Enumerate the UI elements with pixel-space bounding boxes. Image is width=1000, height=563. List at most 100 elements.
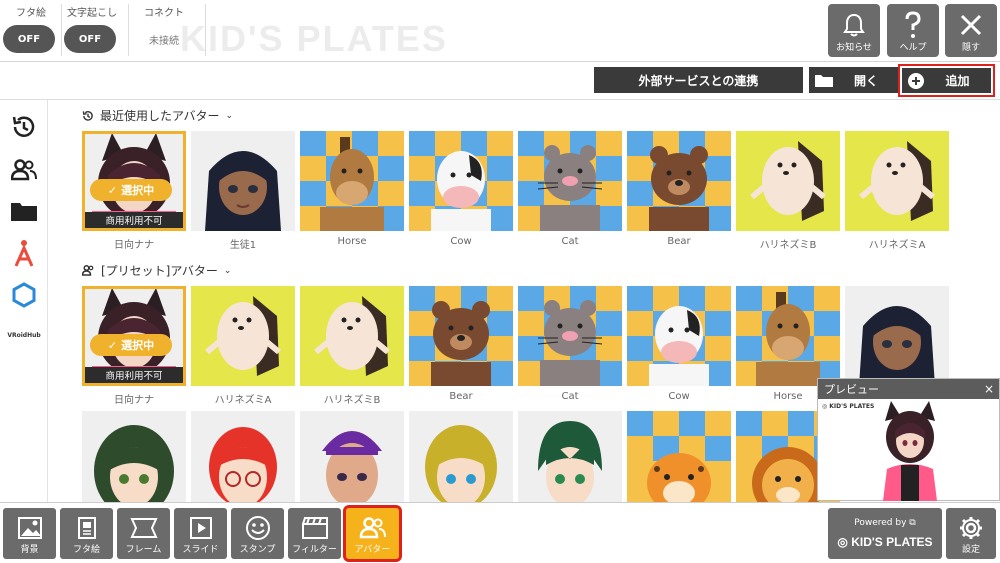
background-icon [3, 513, 56, 543]
tool-slide[interactable]: スライド [174, 508, 227, 559]
settings-button[interactable]: 設定 [946, 508, 996, 559]
tool-slide-label: スライド [182, 545, 219, 555]
selected-badge: ✓ 選択中 [90, 179, 172, 201]
avatar-a-icon [14, 240, 34, 267]
powered-by-brand: ◎ KID'S PLATES [837, 535, 933, 549]
sidebar-item-preset[interactable] [0, 152, 48, 188]
avatar-thumbnail [518, 286, 622, 386]
avatar-card-cat[interactable] [518, 131, 622, 231]
tool-frame[interactable]: フレーム [117, 508, 170, 559]
lid-picture-toggle[interactable]: OFF [3, 25, 55, 53]
avatar-card-cow[interactable] [409, 131, 513, 231]
bell-icon [828, 8, 880, 42]
preview-avatar [883, 401, 937, 501]
avatar-thumbnail [191, 411, 295, 502]
avatar-card[interactable] [627, 411, 731, 502]
brand-watermark: KID'S PLATES [180, 18, 448, 59]
powered-by-button[interactable]: Powered by ⧉ ◎ KID'S PLATES [828, 508, 942, 559]
avatar-thumbnail [82, 411, 186, 502]
users-icon [82, 265, 94, 276]
avatar-thumbnail [845, 286, 949, 386]
slide-icon [174, 513, 227, 543]
avatar-card[interactable] [191, 411, 295, 502]
preview-close-button[interactable]: × [979, 382, 999, 396]
avatar-thumbnail [409, 286, 513, 386]
avatar-card-horse[interactable] [736, 286, 840, 386]
check-icon: ✓ [107, 183, 118, 197]
divider [128, 4, 129, 56]
avatar-card[interactable] [82, 411, 186, 502]
avatar-name: 生徒1 [229, 240, 257, 251]
avatar-icon [346, 513, 399, 543]
avatar-card[interactable] [409, 411, 513, 502]
notifications-button[interactable]: お知らせ [828, 4, 880, 57]
avatar-thumbnail [627, 411, 731, 502]
add-button[interactable]: 追加 [902, 68, 991, 93]
plates-logo-icon: ◎ [837, 535, 848, 549]
app-window: KID'S PLATES フタ絵 OFF 文字起こし OFF コネクト 未接続 … [0, 0, 1000, 563]
tool-lid-picture[interactable]: フタ絵 [60, 508, 113, 559]
tool-filter[interactable]: フィルター [288, 508, 341, 559]
vroidhub-label: VRoidHub [7, 332, 41, 339]
preview-header: プレビュー × [818, 379, 999, 399]
avatar-card-bear[interactable] [409, 286, 513, 386]
transcription-toggle[interactable]: OFF [64, 25, 116, 53]
tool-avatar[interactable]: アバター [343, 505, 402, 562]
avatar-thumbnail [300, 131, 404, 231]
help-button[interactable]: ヘルプ [887, 4, 939, 57]
avatar-name: 日向ナナ [114, 395, 154, 406]
gear-icon [946, 514, 996, 542]
settings-label: 設定 [961, 545, 980, 555]
tool-stamp-label: スタンプ [239, 545, 276, 555]
sidebar-item-vroidhub[interactable] [0, 277, 48, 313]
avatar-thumbnail [627, 286, 731, 386]
avatar-card-cat[interactable] [518, 286, 622, 386]
avatar-card[interactable] [300, 411, 404, 502]
avatar-name: ハリネズミA [868, 240, 926, 251]
preview-brand: ◎ KID'S PLATES [822, 403, 875, 410]
sidebar-item-recent[interactable] [0, 109, 48, 145]
open-button[interactable]: 開く [809, 67, 899, 93]
sidebar-item-avatar-maker[interactable] [0, 235, 48, 271]
sidebar-item-folder[interactable] [0, 193, 48, 229]
divider [205, 4, 206, 56]
avatar-card-cow[interactable] [627, 286, 731, 386]
tool-background[interactable]: 背景 [3, 508, 56, 559]
avatar-card-student[interactable] [845, 286, 949, 386]
avatar-card-horse[interactable] [300, 131, 404, 231]
commercial-use-badge: 商用利用不可 [85, 212, 183, 228]
avatar-name: Cat [561, 236, 579, 247]
avatar-thumbnail [191, 286, 295, 386]
external-services-button[interactable]: 外部サービスとの連携 [594, 67, 803, 93]
tool-avatar-label: アバター [354, 545, 391, 555]
avatar-card-student[interactable] [191, 131, 295, 231]
folder-icon [11, 203, 37, 221]
avatar-card-hedgehog-a[interactable] [845, 131, 949, 231]
avatar-card-hedgehog-b[interactable] [736, 131, 840, 231]
add-label: 追加 [945, 74, 970, 88]
avatar-card[interactable] [518, 411, 622, 502]
divider [61, 4, 62, 56]
selected-badge: ✓ 選択中 [90, 334, 172, 356]
avatar-thumbnail [191, 131, 295, 231]
avatar-card-hedgehog-b[interactable] [300, 286, 404, 386]
preset-section-header[interactable]: [プリセット]アバター ⌄ [82, 262, 231, 279]
chevron-down-icon: ⌄ [225, 110, 234, 121]
history-icon [82, 110, 93, 121]
tool-stamp[interactable]: スタンプ [231, 508, 284, 559]
chevron-down-icon: ⌄ [223, 265, 232, 276]
recent-section-header[interactable]: 最近使用したアバター ⌄ [82, 107, 233, 124]
hexagon-icon [12, 282, 36, 308]
top-bar: KID'S PLATES フタ絵 OFF 文字起こし OFF コネクト 未接続 … [0, 0, 1000, 62]
hide-button[interactable]: 隠す [945, 4, 997, 57]
avatar-name: ハリネズミB [323, 395, 381, 406]
avatar-card-bear[interactable] [627, 131, 731, 231]
avatar-name: ハリネズミB [759, 240, 817, 251]
avatar-card-hinata-nana[interactable]: ✓ 選択中 商用利用不可 [82, 286, 186, 386]
add-button-highlight: 追加 [898, 64, 995, 97]
frame-icon [117, 513, 170, 543]
avatar-thumbnail [736, 286, 840, 386]
avatar-card-hinata-nana[interactable]: ✓ 選択中 商用利用不可 [82, 131, 186, 231]
avatar-thumbnail [518, 131, 622, 231]
avatar-card-hedgehog-a[interactable] [191, 286, 295, 386]
